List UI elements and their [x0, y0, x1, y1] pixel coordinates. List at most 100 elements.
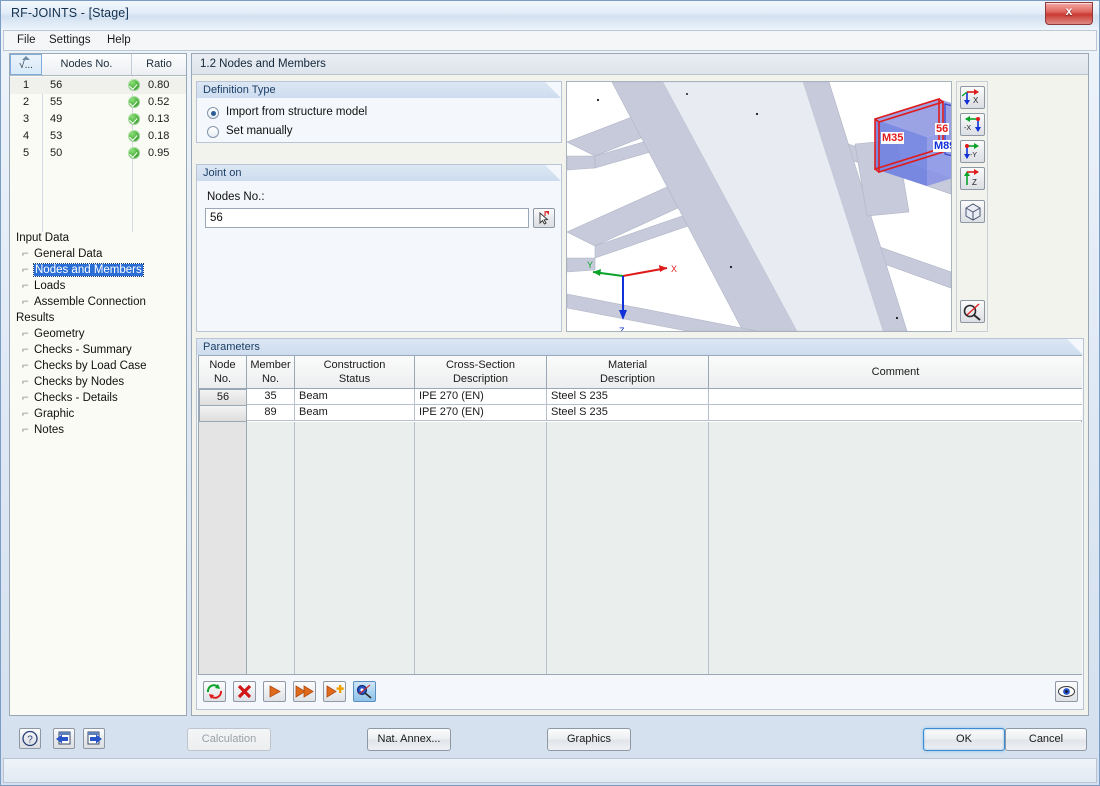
- table-row[interactable]: 1 56 0.80: [10, 77, 186, 94]
- tree-connector: ⌐: [22, 408, 29, 420]
- sidebar-item-checks-summary[interactable]: Checks - Summary: [34, 344, 132, 356]
- table-row[interactable]: 3 49 0.13: [10, 111, 186, 128]
- apply-button[interactable]: [263, 681, 286, 702]
- cell-cross-section[interactable]: IPE 270 (EN): [415, 405, 547, 421]
- col-cross-section[interactable]: Cross-Section Description: [415, 356, 547, 389]
- cancel-button[interactable]: Cancel: [1005, 728, 1087, 751]
- cell-construction[interactable]: Beam: [295, 389, 415, 405]
- pick-nodes-button[interactable]: [533, 208, 555, 228]
- tree-connector: ⌐: [22, 344, 29, 356]
- col-construction-status[interactable]: Construction Status: [295, 356, 415, 389]
- svg-text:X: X: [671, 264, 677, 274]
- delete-x-icon: [237, 684, 252, 699]
- row-node: 55: [50, 96, 63, 108]
- model-viewport[interactable]: X Y Z M35 56 M89: [566, 81, 952, 332]
- nodes-grid-col-ratio[interactable]: Ratio: [132, 54, 186, 75]
- view-x-icon: X: [961, 89, 979, 105]
- pick-button[interactable]: [353, 681, 376, 702]
- help-button[interactable]: ?: [19, 728, 41, 749]
- row-node: 56: [50, 79, 63, 91]
- arrow-right-icon: [269, 685, 281, 698]
- cell-construction[interactable]: Beam: [295, 405, 415, 421]
- row-index: 3: [22, 113, 30, 125]
- sidebar-item-notes[interactable]: Notes: [34, 424, 64, 436]
- graphics-button[interactable]: Graphics: [547, 728, 631, 751]
- tree-connector: ⌐: [22, 392, 29, 404]
- delete-button[interactable]: [233, 681, 256, 702]
- svg-text:Z: Z: [972, 178, 977, 187]
- view-x-button[interactable]: X: [960, 86, 985, 109]
- close-button[interactable]: x: [1045, 2, 1093, 25]
- zoom-tool-button[interactable]: [960, 300, 985, 323]
- joint-on-group: Joint on Nodes No.:: [196, 164, 562, 332]
- tree-connector: ⌐: [22, 360, 29, 372]
- menu-item-help[interactable]: Help: [100, 34, 138, 49]
- nodes-no-input[interactable]: [205, 208, 529, 228]
- view-minus-y-icon: -Y: [964, 143, 979, 159]
- sidebar-item-loads[interactable]: Loads: [34, 280, 65, 292]
- cell-material[interactable]: Steel S 235: [547, 389, 709, 405]
- calculation-button[interactable]: Calculation: [187, 728, 271, 751]
- sidebar-item-checks-details[interactable]: Checks - Details: [34, 392, 118, 404]
- sidebar-item-nodes-and-members[interactable]: Nodes and Members: [33, 263, 144, 277]
- empty-col-material: [547, 422, 709, 674]
- row-header-node[interactable]: [199, 405, 247, 422]
- arrow-left-icon: [56, 731, 71, 745]
- empty-col-construction: [295, 422, 415, 674]
- view-z-button[interactable]: Z: [960, 167, 985, 190]
- title-bar: RF-JOINTS - [Stage] x: [1, 1, 1099, 28]
- structure-3d-view: X Y Z: [567, 82, 951, 331]
- add-button[interactable]: [323, 681, 346, 702]
- sidebar-item-checks-by-nodes[interactable]: Checks by Nodes: [34, 376, 124, 388]
- tree-connector: ⌐: [22, 248, 29, 260]
- view-minus-x-button[interactable]: -X: [960, 113, 985, 136]
- view-minus-y-button[interactable]: -Y: [960, 140, 985, 163]
- row-ratio: 0.52: [148, 96, 170, 108]
- table-row[interactable]: 5 50 0.95: [10, 145, 186, 162]
- menu-item-file[interactable]: File: [10, 34, 43, 49]
- nodes-no-label: Nodes No.:: [207, 191, 265, 203]
- svg-text:X: X: [973, 96, 979, 105]
- sidebar-item-assemble-connection[interactable]: Assemble Connection: [34, 296, 146, 308]
- cell-comment[interactable]: [709, 405, 1082, 421]
- apply-all-button[interactable]: [293, 681, 316, 702]
- nodes-grid-col-check[interactable]: √...: [10, 54, 42, 75]
- tree-connector: ⌐: [22, 296, 29, 308]
- refresh-button[interactable]: [203, 681, 226, 702]
- col-node-no[interactable]: Node No.: [199, 356, 247, 389]
- sidebar-item-graphic[interactable]: Graphic: [34, 408, 74, 420]
- close-icon: x: [1065, 4, 1073, 18]
- cell-member-no[interactable]: 89: [247, 405, 295, 421]
- nodes-grid-col-nodes-no[interactable]: Nodes No.: [42, 54, 132, 75]
- col-material[interactable]: Material Description: [547, 356, 709, 389]
- application-window: RF-JOINTS - [Stage] x File Settings Help…: [0, 0, 1100, 786]
- cell-cross-section[interactable]: IPE 270 (EN): [415, 389, 547, 405]
- previous-button[interactable]: [53, 728, 75, 749]
- nat-annex-button[interactable]: Nat. Annex...: [367, 728, 451, 751]
- col-member-no[interactable]: Member No.: [247, 356, 295, 389]
- definition-type-title: Definition Type: [197, 82, 561, 98]
- parameters-group: Parameters Node No. Member No. Construct…: [196, 338, 1084, 710]
- empty-row-headers: [199, 422, 247, 674]
- window-title: RF-JOINTS - [Stage]: [11, 6, 129, 20]
- sidebar-item-general-data[interactable]: General Data: [34, 248, 102, 260]
- cell-member-no[interactable]: 35: [247, 389, 295, 405]
- sidebar-item-checks-by-load-case[interactable]: Checks by Load Case: [34, 360, 147, 372]
- table-row[interactable]: 4 53 0.18: [10, 128, 186, 145]
- ok-button[interactable]: OK: [923, 728, 1005, 751]
- visibility-button[interactable]: [1055, 681, 1078, 702]
- next-button[interactable]: [83, 728, 105, 749]
- row-ratio: 0.13: [148, 113, 170, 125]
- cell-comment[interactable]: [709, 389, 1082, 405]
- row-header-node[interactable]: 56: [199, 389, 247, 406]
- member-label-m35: M35: [881, 132, 905, 144]
- col-comment[interactable]: Comment: [709, 356, 1082, 389]
- row-ratio: 0.95: [148, 147, 170, 159]
- empty-col-section: [415, 422, 547, 674]
- menu-item-settings[interactable]: Settings: [42, 34, 98, 49]
- cell-material[interactable]: Steel S 235: [547, 405, 709, 421]
- table-row[interactable]: 2 55 0.52: [10, 94, 186, 111]
- view-isometric-button[interactable]: [960, 200, 985, 223]
- left-panel: √... Nodes No. Ratio 1 56 0.80 2 55 0.52…: [9, 53, 187, 716]
- sidebar-item-geometry[interactable]: Geometry: [34, 328, 85, 340]
